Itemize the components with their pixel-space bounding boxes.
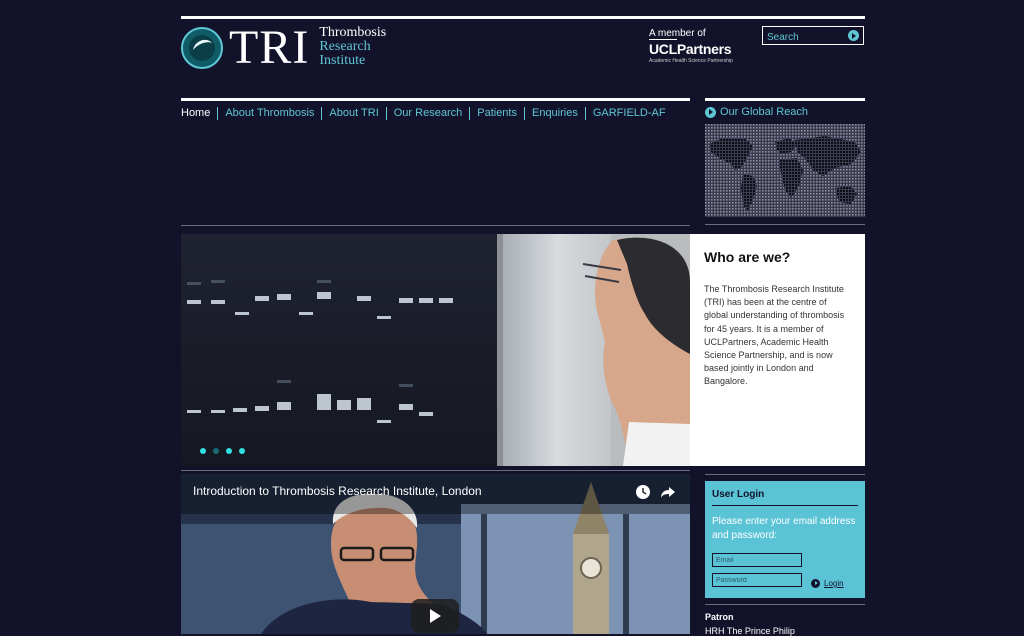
logo-word-research: Research bbox=[319, 39, 371, 54]
login-arrow-icon bbox=[811, 579, 820, 588]
member-badge[interactable]: A member of UCLPartners Academic Health … bbox=[649, 28, 733, 64]
site-logo[interactable]: TRI Thrombosis Research Institute bbox=[181, 21, 386, 74]
nav-patients[interactable]: Patients bbox=[469, 107, 524, 120]
intro-video-player[interactable]: Introduction to Thrombosis Research Inst… bbox=[181, 474, 690, 634]
video-top-rule bbox=[181, 470, 690, 471]
watch-later-clock-icon[interactable] bbox=[635, 484, 651, 500]
search-submit-icon[interactable] bbox=[848, 30, 859, 41]
nav-bottom-rule bbox=[181, 225, 690, 226]
password-field[interactable] bbox=[712, 573, 802, 587]
share-arrow-icon[interactable] bbox=[660, 484, 676, 500]
nav-home[interactable]: Home bbox=[181, 107, 217, 120]
login-top-rule bbox=[705, 474, 865, 475]
user-login-panel: User Login Please enter your email addre… bbox=[705, 481, 865, 598]
login-button-label: Login bbox=[824, 579, 844, 588]
play-circle-icon bbox=[705, 106, 716, 118]
uclpartners-logo: UCLPartners Academic Health Science Part… bbox=[649, 39, 733, 64]
ucl-partners: Partners bbox=[676, 41, 732, 57]
slide-dot-4[interactable] bbox=[239, 448, 245, 454]
patron-title: Patron bbox=[705, 612, 734, 622]
nav-about-tri[interactable]: About TRI bbox=[321, 107, 385, 120]
logo-wordmark: Thrombosis Research Institute bbox=[319, 26, 386, 68]
search-box bbox=[762, 26, 864, 46]
global-reach-top-rule bbox=[705, 98, 865, 101]
nav-about-thrombosis[interactable]: About Thrombosis bbox=[217, 107, 321, 120]
slide-dot-2[interactable] bbox=[213, 448, 219, 454]
patron-name: HRH The Prince Philip bbox=[705, 626, 795, 636]
global-reach-link[interactable]: Our Global Reach bbox=[705, 106, 808, 118]
patron-top-rule bbox=[705, 604, 865, 605]
header-top-rule bbox=[181, 16, 865, 19]
ucl-subtitle: Academic Health Science Partnership bbox=[649, 58, 733, 64]
video-title[interactable]: Introduction to Thrombosis Research Inst… bbox=[193, 484, 482, 498]
global-reach-bottom-rule bbox=[705, 224, 865, 225]
slideshow-dots bbox=[200, 448, 252, 454]
who-body: The Thrombosis Research Institute (TRI) … bbox=[704, 284, 845, 387]
who-title: Who are we? bbox=[704, 249, 791, 265]
nav-enquiries[interactable]: Enquiries bbox=[523, 107, 585, 120]
video-play-icon[interactable] bbox=[411, 599, 459, 633]
nav-our-research[interactable]: Our Research bbox=[385, 107, 469, 120]
login-title: User Login bbox=[712, 489, 858, 506]
login-button[interactable]: Login bbox=[811, 579, 844, 588]
logo-tri-text: TRI bbox=[229, 21, 310, 74]
member-label: A member of bbox=[649, 28, 706, 39]
who-are-we-panel: Who are we? The Thrombosis Research Inst… bbox=[690, 234, 865, 466]
logo-word-institute: Institute bbox=[319, 53, 366, 68]
patron-section: Patron HRH The Prince Philip bbox=[705, 612, 795, 636]
main-nav: Home About Thrombosis About TRI Our Rese… bbox=[181, 107, 673, 120]
world-map-image[interactable] bbox=[705, 124, 865, 217]
global-reach-label: Our Global Reach bbox=[720, 106, 809, 118]
email-field[interactable] bbox=[712, 553, 802, 567]
search-input[interactable] bbox=[763, 29, 851, 46]
slide-dot-1[interactable] bbox=[200, 448, 206, 454]
nav-garfield-af[interactable]: GARFIELD-AF bbox=[584, 107, 673, 120]
logo-mark-icon bbox=[181, 27, 223, 69]
login-prompt: Please enter your email address and pass… bbox=[712, 516, 856, 541]
nav-top-rule bbox=[181, 98, 690, 101]
hero-slideshow-image[interactable] bbox=[181, 234, 690, 466]
logo-word-thrombosis: Thrombosis bbox=[319, 25, 387, 40]
ucl-prefix: UCL bbox=[649, 39, 677, 57]
slide-dot-3[interactable] bbox=[226, 448, 232, 454]
